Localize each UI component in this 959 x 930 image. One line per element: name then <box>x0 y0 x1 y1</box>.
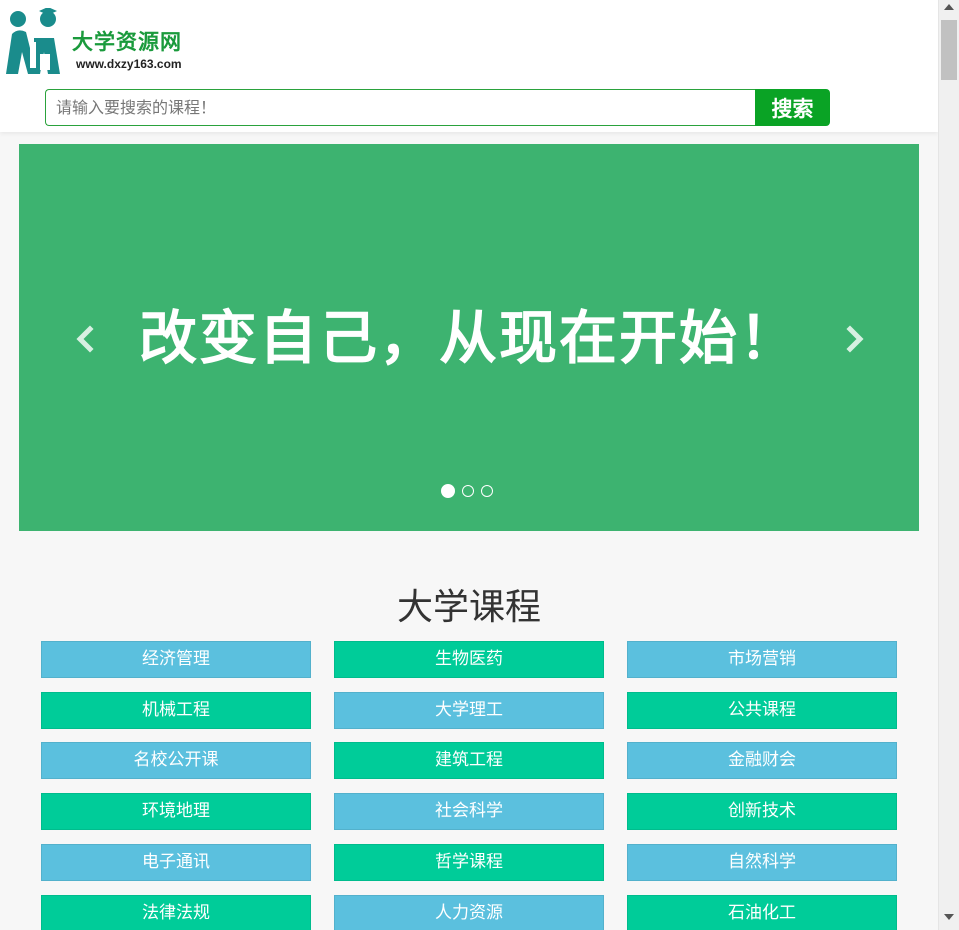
category-philosophy[interactable]: 哲学课程 <box>334 844 604 881</box>
carousel-dot-1[interactable] <box>441 484 455 498</box>
banner-slogan: 改变自己，从现在开始！ <box>138 304 799 372</box>
category-civil-engineering[interactable]: 建筑工程 <box>334 742 604 779</box>
category-marketing[interactable]: 市场营销 <box>627 641 897 678</box>
category-natural-science[interactable]: 自然科学 <box>627 844 897 881</box>
chevron-left-icon[interactable] <box>71 324 101 354</box>
scrollbar-thumb[interactable] <box>941 20 957 80</box>
category-innovation-tech[interactable]: 创新技术 <box>627 793 897 830</box>
scroll-up-arrow-icon[interactable] <box>944 4 954 10</box>
students-logo-icon <box>6 8 60 74</box>
category-mechanical-engineering[interactable]: 机械工程 <box>41 692 311 729</box>
category-environment-geography[interactable]: 环境地理 <box>41 793 311 830</box>
category-science-engineering[interactable]: 大学理工 <box>334 692 604 729</box>
category-social-science[interactable]: 社会科学 <box>334 793 604 830</box>
category-electronics-communication[interactable]: 电子通讯 <box>41 844 311 881</box>
category-human-resources[interactable]: 人力资源 <box>334 895 604 930</box>
category-open-courses[interactable]: 名校公开课 <box>41 742 311 779</box>
category-finance-accounting[interactable]: 金融财会 <box>627 742 897 779</box>
search-input[interactable] <box>45 89 766 126</box>
category-law[interactable]: 法律法规 <box>41 895 311 930</box>
category-petrochemical[interactable]: 石油化工 <box>627 895 897 930</box>
header: 大学资源网 www.dxzy163.com 搜索 <box>0 0 938 132</box>
search-button[interactable]: 搜索 <box>755 89 830 126</box>
category-biomedicine[interactable]: 生物医药 <box>334 641 604 678</box>
category-grid: 经济管理 生物医药 市场营销 机械工程 大学理工 公共课程 名校公开课 建筑工程… <box>41 641 901 930</box>
page: 大学资源网 www.dxzy163.com 搜索 改变自己，从现在开始！ 大学课… <box>0 0 938 930</box>
site-name: 大学资源网 <box>72 30 182 54</box>
search-bar: 搜索 <box>45 89 830 126</box>
section-title: 大学课程 <box>396 587 541 628</box>
carousel-dot-3[interactable] <box>481 485 493 497</box>
site-url: www.dxzy163.com <box>76 57 182 71</box>
vertical-scrollbar[interactable] <box>938 0 959 930</box>
carousel-dot-2[interactable] <box>462 485 474 497</box>
banner-carousel: 改变自己，从现在开始！ <box>19 144 919 531</box>
scroll-down-arrow-icon[interactable] <box>944 914 954 920</box>
category-public-courses[interactable]: 公共课程 <box>627 692 897 729</box>
chevron-right-icon[interactable] <box>839 324 869 354</box>
category-economics-management[interactable]: 经济管理 <box>41 641 311 678</box>
site-logo[interactable]: 大学资源网 www.dxzy163.com <box>4 8 204 80</box>
